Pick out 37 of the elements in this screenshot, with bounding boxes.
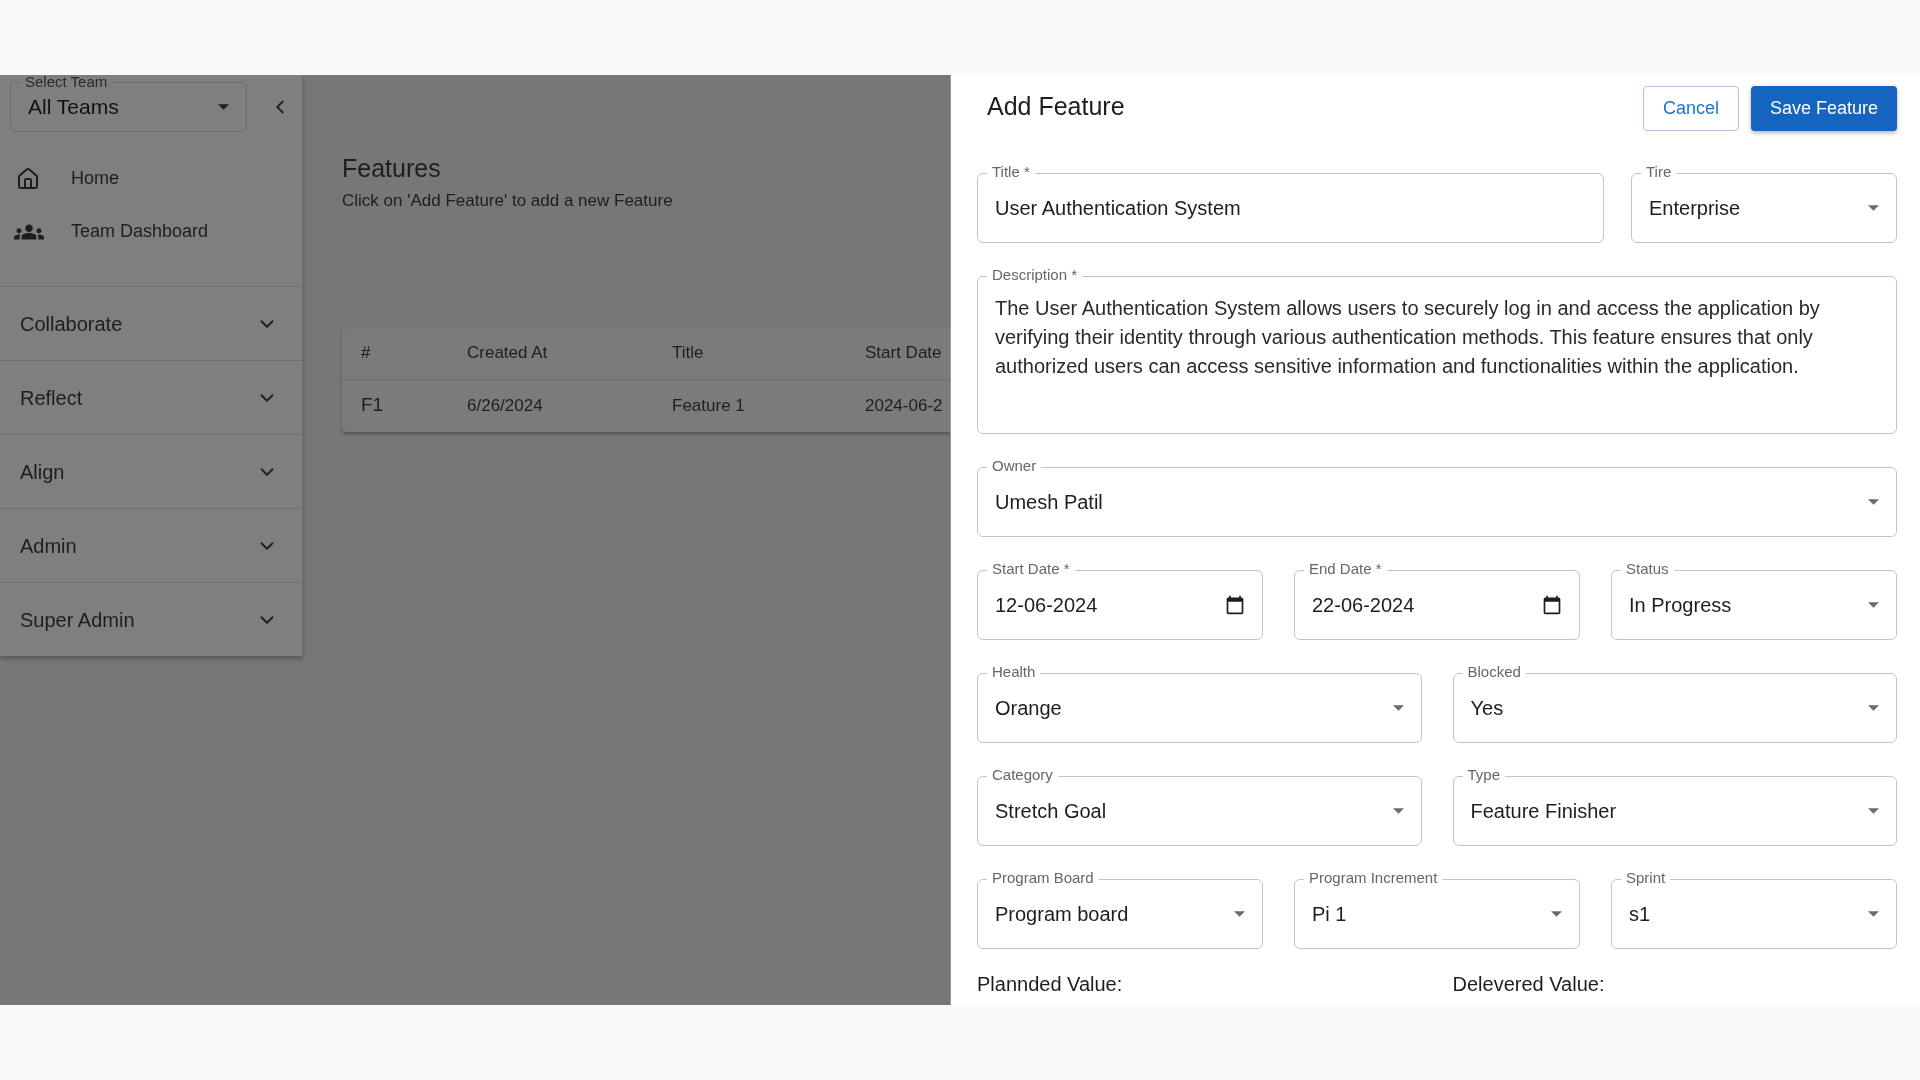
value-label: Delevered Value:	[1452, 972, 1605, 997]
table-cell-text: Feature 1	[672, 394, 746, 417]
section-header[interactable]: Admin	[0, 508, 302, 582]
column-header: #	[360, 342, 372, 365]
dropdown-caret-icon	[1868, 205, 1879, 211]
cancel-button[interactable]: Cancel	[1642, 86, 1739, 131]
column-header: Start Date	[865, 342, 942, 365]
page-subtitle: Click on 'Add Feature' to add a new Feature	[342, 190, 673, 212]
page-title: Features	[342, 153, 441, 183]
dropdown-caret-icon	[1234, 911, 1245, 917]
column-header: Created At	[467, 342, 549, 365]
dropdown-caret-icon	[1868, 705, 1879, 711]
save-button[interactable]: Save Feature	[1750, 86, 1897, 131]
section-header[interactable]: Collaborate	[0, 286, 302, 360]
table-row[interactable]: F1 6/26/2024 Feature 1 2024-06-2	[342, 379, 950, 432]
section-header[interactable]: Super Admin	[0, 582, 302, 656]
nav-item[interactable]: Home	[0, 152, 302, 205]
calendar-icon[interactable]	[1225, 595, 1245, 615]
dropdown-caret-icon	[1868, 808, 1879, 814]
table-cell-text: 6/26/2024	[467, 394, 544, 417]
calendar-icon[interactable]	[1542, 595, 1562, 615]
dropdown-caret-icon	[1392, 705, 1404, 711]
dropdown-caret-icon	[1868, 602, 1879, 608]
home-icon	[16, 166, 40, 191]
dropdown-caret-icon	[1392, 808, 1404, 814]
dropdown-caret-icon	[218, 104, 229, 110]
table-cell-text: F1	[360, 393, 385, 418]
section-header[interactable]: Align	[0, 434, 302, 508]
column-header: Title	[672, 342, 705, 365]
drawer-title: Add Feature	[987, 91, 1125, 122]
dropdown-caret-icon	[1868, 499, 1879, 505]
section-header[interactable]: Reflect	[0, 360, 302, 434]
nav-item[interactable]: Team Dashboard	[0, 205, 302, 258]
value-label: Plannded Value:	[977, 972, 1123, 997]
dropdown-caret-icon	[1551, 911, 1562, 917]
dropdown-caret-icon	[1868, 911, 1879, 917]
table-cell-text: 2024-06-2	[865, 394, 943, 417]
